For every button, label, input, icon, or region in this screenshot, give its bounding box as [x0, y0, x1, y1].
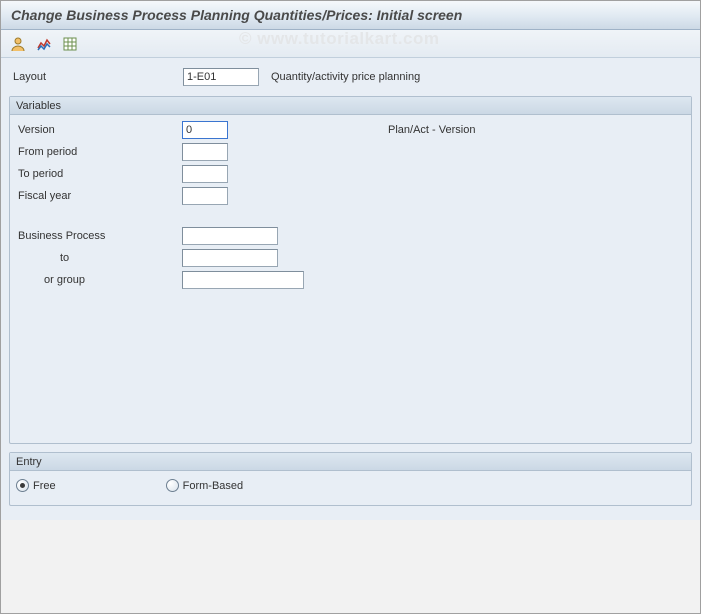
toolbar: [1, 30, 700, 58]
spacer: [14, 207, 687, 225]
to-input[interactable]: [182, 249, 278, 267]
version-desc: Plan/Act - Version: [388, 124, 475, 136]
layout-desc: Quantity/activity price planning: [265, 71, 420, 83]
layout-label: Layout: [9, 71, 177, 83]
entry-group: Entry Free Form-Based: [9, 452, 692, 506]
entry-title: Entry: [10, 453, 691, 471]
row-fiscal-year: Fiscal year: [14, 185, 687, 207]
radio-free-dot: [16, 479, 29, 492]
radio-free-label: Free: [33, 480, 56, 492]
row-version: Version Plan/Act - Version: [14, 119, 687, 141]
radio-free[interactable]: Free: [16, 479, 56, 492]
business-process-input[interactable]: [182, 227, 278, 245]
chart-icon[interactable]: [35, 35, 53, 53]
or-group-label: or group: [14, 274, 182, 286]
layout-row: Layout Quantity/activity price planning: [7, 64, 694, 92]
version-input[interactable]: [182, 121, 228, 139]
to-label: to: [14, 252, 182, 264]
entry-body: Free Form-Based: [10, 471, 691, 500]
to-period-label: To period: [14, 168, 182, 180]
content-area: Layout Quantity/activity price planning …: [1, 58, 700, 520]
row-business-process: Business Process: [14, 225, 687, 247]
business-process-label: Business Process: [14, 230, 182, 242]
row-to-period: To period: [14, 163, 687, 185]
variables-group: Variables Version Plan/Act - Version Fro…: [9, 96, 692, 444]
row-to: to: [14, 247, 687, 269]
page-title: Change Business Process Planning Quantit…: [11, 7, 462, 23]
from-period-label: From period: [14, 146, 182, 158]
or-group-input[interactable]: [182, 271, 304, 289]
spreadsheet-icon[interactable]: [61, 35, 79, 53]
from-period-input[interactable]: [182, 143, 228, 161]
version-label: Version: [14, 124, 182, 136]
row-from-period: From period: [14, 141, 687, 163]
user-settings-icon[interactable]: [9, 35, 27, 53]
radio-form-based-dot: [166, 479, 179, 492]
variables-title: Variables: [10, 97, 691, 115]
row-or-group: or group: [14, 269, 687, 291]
radio-form-based-label: Form-Based: [183, 480, 244, 492]
variables-body: Version Plan/Act - Version From period T…: [10, 115, 691, 295]
layout-input[interactable]: [183, 68, 259, 86]
title-bar: Change Business Process Planning Quantit…: [1, 1, 700, 30]
fiscal-year-input[interactable]: [182, 187, 228, 205]
to-period-input[interactable]: [182, 165, 228, 183]
fiscal-year-label: Fiscal year: [14, 190, 182, 202]
radio-form-based[interactable]: Form-Based: [166, 479, 244, 492]
